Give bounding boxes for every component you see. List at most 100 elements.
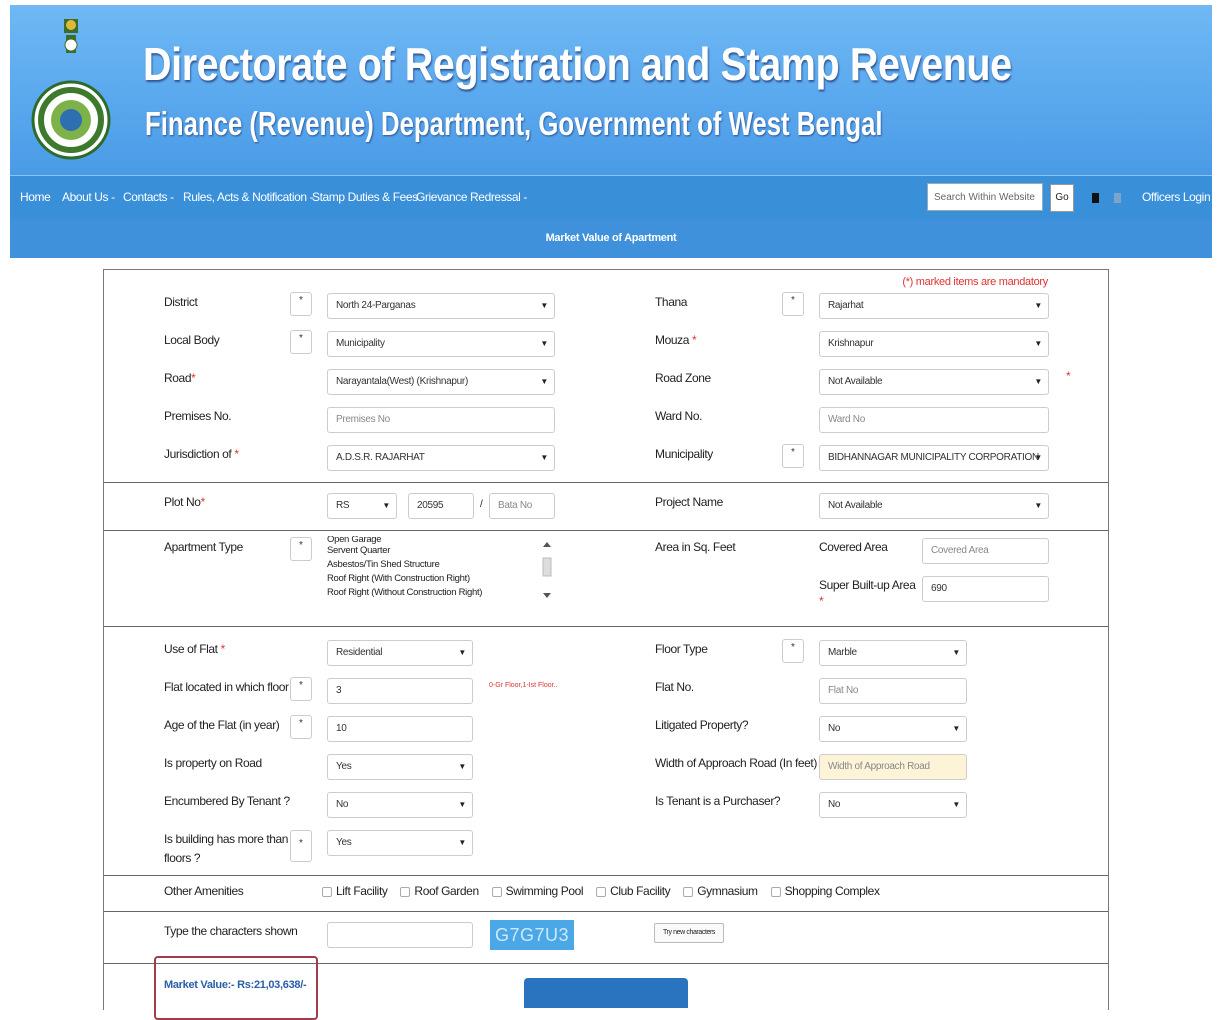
apartment-type-option[interactable]: Asbestos/Tin Shed Structure xyxy=(327,558,553,572)
premises-input[interactable]: Premises No xyxy=(327,407,555,433)
municipality-info-marker: * xyxy=(782,444,804,468)
floor-type-label: Floor Type xyxy=(655,642,708,656)
use-of-flat-select[interactable]: Residential xyxy=(327,640,473,666)
project-name-select[interactable]: Not Available xyxy=(819,493,1049,519)
road-zone-select[interactable]: Not Available xyxy=(819,369,1049,395)
contrast-dark-icon[interactable] xyxy=(1092,193,1099,203)
search-input[interactable]: Search Within Website xyxy=(927,183,1043,211)
jurisdiction-label: Jurisdiction of * xyxy=(164,447,239,461)
club-label: Club Facility xyxy=(610,884,671,898)
market-value-form: (*) marked items are mandatory District … xyxy=(103,269,1109,1020)
flat-no-input[interactable]: Flat No xyxy=(819,678,967,704)
ward-label: Ward No. xyxy=(655,409,703,423)
road-zone-required-marker: * xyxy=(1066,369,1071,383)
apartment-type-listbox[interactable]: Open Garage Servent Quarter Asbestos/Tin… xyxy=(327,536,553,608)
litigated-select[interactable]: No xyxy=(819,716,967,742)
roof-garden-label: Roof Garden xyxy=(414,884,479,898)
nav-rules-acts[interactable]: Rules, Acts & Notification - xyxy=(183,190,314,204)
market-value-result: Market Value:- Rs:21,03,638/- xyxy=(164,979,307,991)
district-label: District xyxy=(164,295,198,309)
apartment-type-info-marker: * xyxy=(290,537,312,561)
nav-stamp-duties[interactable]: Stamp Duties & Fees xyxy=(312,190,418,204)
age-label: Age of the Flat (in year) xyxy=(164,718,280,732)
project-name-label: Project Name xyxy=(655,495,723,509)
plot-type-select[interactable]: RS xyxy=(327,493,397,519)
plot-label: Plot No* xyxy=(164,495,205,509)
approach-width-label: Width of Approach Road (In feet) xyxy=(655,756,817,770)
tenant-purchaser-select[interactable]: No xyxy=(819,792,967,818)
emblem-logo-icon xyxy=(31,19,111,160)
use-of-flat-label: Use of Flat * xyxy=(164,642,225,656)
more-floors-label: Is building has more than two xyxy=(164,832,309,846)
mouza-select[interactable]: Krishnapur xyxy=(819,331,1049,357)
more-floors-info-marker: * xyxy=(290,830,312,862)
apartment-type-option[interactable]: Roof Right (Without Construction Right) xyxy=(327,586,553,600)
floor-type-select[interactable]: Marble xyxy=(819,640,967,666)
plot-number-input[interactable]: 20595 xyxy=(408,493,474,519)
shopping-checkbox[interactable] xyxy=(770,886,781,897)
flat-floor-hint: 0-Gr Floor,1-Ist Floor.. xyxy=(489,682,558,689)
captcha-input[interactable] xyxy=(327,922,473,948)
approach-width-input[interactable]: Width of Approach Road xyxy=(819,754,967,780)
nav-grievance[interactable]: Grievance Redressal - xyxy=(416,190,527,204)
flat-floor-input[interactable]: 3 xyxy=(327,678,473,704)
site-subtitle: Finance (Revenue) Department, Government… xyxy=(145,105,883,142)
thana-select[interactable]: Rajarhat xyxy=(819,293,1049,319)
super-area-input[interactable]: 690 xyxy=(922,576,1049,602)
lift-checkbox[interactable] xyxy=(322,886,332,897)
age-input[interactable]: 10 xyxy=(327,716,473,742)
covered-area-input[interactable]: Covered Area xyxy=(922,538,1049,564)
captcha-image: G7G7U3 xyxy=(490,920,574,950)
age-info-marker: * xyxy=(290,715,312,739)
apartment-type-option[interactable]: Open Garage xyxy=(327,536,553,544)
nav-about-us[interactable]: About Us - xyxy=(62,190,115,204)
listbox-scrollbar[interactable] xyxy=(541,540,553,600)
mouza-label: Mouza * xyxy=(655,333,697,347)
apartment-type-option[interactable]: Servent Quarter xyxy=(327,544,553,558)
tenant-purchaser-label: Is Tenant is a Purchaser? xyxy=(655,794,781,808)
roof-garden-checkbox[interactable] xyxy=(400,886,411,897)
gymnasium-checkbox[interactable] xyxy=(683,886,694,897)
on-road-label: Is property on Road xyxy=(164,756,262,770)
club-checkbox[interactable] xyxy=(596,886,607,897)
page-heading: Market Value of Apartment xyxy=(545,232,677,244)
litigated-label: Litigated Property? xyxy=(655,718,749,732)
calculate-button[interactable] xyxy=(524,978,688,1008)
section-divider xyxy=(104,911,1108,912)
road-label: Road* xyxy=(164,371,196,385)
page-heading-bar: Market Value of Apartment xyxy=(10,219,1212,258)
bata-number-input[interactable]: Bata No xyxy=(489,493,555,519)
site-title: Directorate of Registration and Stamp Re… xyxy=(143,38,1012,90)
amenities-label: Other Amenities xyxy=(164,884,244,898)
try-new-characters-button[interactable]: Try new characters xyxy=(654,923,724,943)
ward-input[interactable]: Ward No xyxy=(819,407,1049,433)
tenant-select[interactable]: No xyxy=(327,792,473,818)
nav-contacts[interactable]: Contacts - xyxy=(123,190,174,204)
contrast-light-icon[interactable] xyxy=(1114,193,1121,203)
road-select[interactable]: Narayantala(West) (Krishnapur) xyxy=(327,369,555,395)
jurisdiction-select[interactable]: A.D.S.R. RAJARHAT xyxy=(327,445,555,471)
local-body-select[interactable]: Municipality xyxy=(327,331,555,357)
mandatory-note: (*) marked items are mandatory xyxy=(902,276,1048,288)
officers-login-link[interactable]: Officers Login xyxy=(1142,190,1211,204)
premises-label: Premises No. xyxy=(164,409,232,423)
search-go-button[interactable]: Go xyxy=(1050,184,1074,212)
section-divider xyxy=(104,875,1108,876)
area-label: Area in Sq. Feet xyxy=(655,540,736,554)
district-select[interactable]: North 24-Parganas xyxy=(327,293,555,319)
local-body-info-marker: * xyxy=(290,330,312,354)
municipality-select[interactable]: BIDHANNAGAR MUNICIPALITY CORPORATION xyxy=(819,445,1049,471)
more-floors-select[interactable]: Yes xyxy=(327,830,473,856)
on-road-select[interactable]: Yes xyxy=(327,754,473,780)
road-zone-label: Road Zone xyxy=(655,371,711,385)
swimming-pool-checkbox[interactable] xyxy=(491,886,502,897)
nav-home[interactable]: Home xyxy=(20,190,51,204)
apartment-type-option[interactable]: Roof Right (With Construction Right) xyxy=(327,572,553,586)
section-divider xyxy=(104,482,1108,483)
plot-slash: / xyxy=(480,499,483,510)
flat-floor-label: Flat located in which floor xyxy=(164,680,289,694)
more-floors-label-line2: floors ? xyxy=(164,851,201,865)
thana-info-marker: * xyxy=(782,292,804,316)
captcha-label: Type the characters shown xyxy=(164,924,298,938)
gymnasium-label: Gymnasium xyxy=(697,884,758,898)
